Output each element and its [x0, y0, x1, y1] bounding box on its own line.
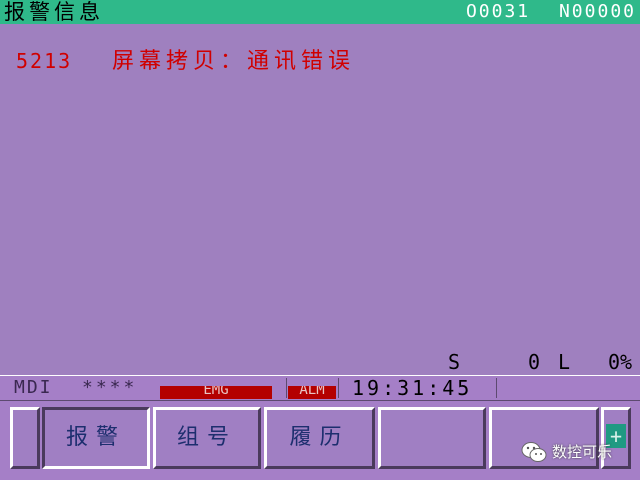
- spindle-label: S: [448, 350, 461, 374]
- alm-badge: ALM: [288, 386, 336, 399]
- mode-indicator: MDI: [14, 377, 53, 398]
- wechat-icon: [521, 441, 547, 462]
- status-divider: [286, 378, 287, 398]
- screen-title: 报警信息: [4, 0, 104, 24]
- alarm-entry: 5213 屏幕拷贝：通讯错误: [16, 46, 355, 76]
- program-info: O0031 N00000: [450, 0, 636, 24]
- softkey-alarm[interactable]: 报警: [42, 407, 150, 469]
- watermark-text: 数控可乐: [552, 442, 613, 461]
- alarm-code: 5213: [16, 49, 73, 73]
- watermark: 数控可乐: [520, 438, 612, 464]
- state-indicator: ****: [82, 377, 138, 398]
- emg-badge: EMG: [160, 386, 272, 399]
- softkey-4[interactable]: [378, 407, 486, 469]
- status-divider: [496, 378, 497, 398]
- program-number: O0031: [465, 1, 531, 22]
- load-label: L: [558, 350, 571, 374]
- spindle-value: 0: [528, 350, 541, 374]
- status-bar: MDI **** EMG ALM 19:31:45: [0, 375, 640, 401]
- title-bar: 报警信息 O0031 N00000: [0, 0, 640, 24]
- load-value: 0%: [608, 350, 633, 374]
- alarm-message: 屏幕拷贝：通讯错误: [112, 49, 356, 74]
- softkey-group[interactable]: 组号: [153, 407, 261, 469]
- sequence-number: N00000: [558, 1, 636, 22]
- clock: 19:31:45: [352, 376, 473, 400]
- softkey-return[interactable]: [10, 407, 40, 469]
- status-divider: [338, 378, 339, 398]
- softkey-history[interactable]: 履历: [264, 407, 375, 469]
